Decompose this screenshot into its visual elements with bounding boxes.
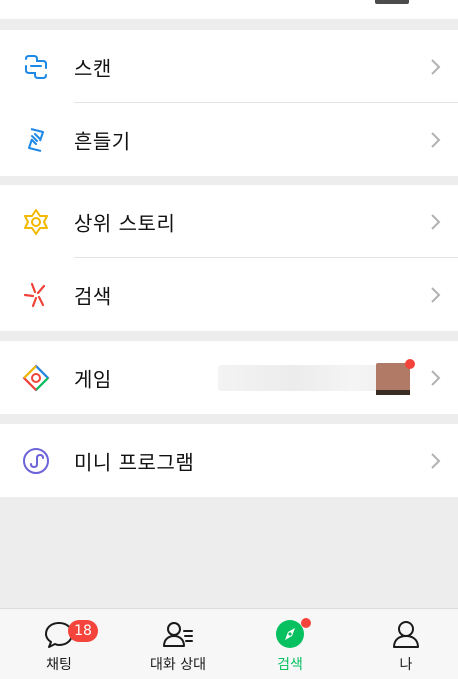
new-dot xyxy=(301,618,311,628)
menu-item-top-stories[interactable]: 상위 스토리 xyxy=(0,185,458,258)
menu-item-shake[interactable]: 흔들기 xyxy=(0,103,458,176)
bottom-tab-bar: 18 채팅 대화 상대 검색 나 xyxy=(0,608,458,679)
menu-group-scan-shake: 스캔 흔들기 xyxy=(0,30,458,176)
tab-label: 나 xyxy=(399,657,413,673)
game-icon xyxy=(22,364,50,391)
mini-program-icon xyxy=(23,447,49,474)
chevron-right-icon xyxy=(431,58,441,75)
menu-item-label: 미니 프로그램 xyxy=(74,450,195,474)
menu-item-label: 상위 스토리 xyxy=(74,211,176,235)
previous-section-edge xyxy=(0,0,458,19)
menu-item-label: 검색 xyxy=(74,284,112,308)
game-thumbnail xyxy=(376,363,410,395)
tab-label: 채팅 xyxy=(46,657,72,673)
menu-group-mini-programs: 미니 프로그램 xyxy=(0,424,458,497)
menu-group-game: 게임 xyxy=(0,341,458,414)
contacts-icon xyxy=(163,622,193,647)
tab-chats[interactable]: 18 채팅 xyxy=(14,609,104,679)
tab-label: 대화 상대 xyxy=(150,657,206,673)
chevron-right-icon xyxy=(431,286,441,303)
chevron-right-icon xyxy=(431,369,441,386)
me-icon xyxy=(393,621,419,648)
scan-icon xyxy=(25,54,47,79)
tab-label: 검색 xyxy=(277,657,303,673)
menu-item-game[interactable]: 게임 xyxy=(0,341,458,414)
shake-icon xyxy=(28,127,44,152)
new-dot xyxy=(405,359,415,369)
search-icon xyxy=(23,282,46,307)
tab-discover[interactable]: 검색 xyxy=(245,609,335,679)
menu-group-stories-search: 상위 스토리 검색 xyxy=(0,185,458,331)
chevron-right-icon xyxy=(431,131,441,148)
menu-item-label: 게임 xyxy=(74,367,112,391)
menu-item-mini-programs[interactable]: 미니 프로그램 xyxy=(0,424,458,497)
menu-item-scan[interactable]: 스캔 xyxy=(0,30,458,103)
tab-me[interactable]: 나 xyxy=(361,609,451,679)
tab-contacts[interactable]: 대화 상대 xyxy=(133,609,223,679)
chevron-right-icon xyxy=(431,452,441,469)
menu-item-label: 흔들기 xyxy=(74,129,131,153)
menu-item-search[interactable]: 검색 xyxy=(0,258,458,331)
partial-avatar xyxy=(375,0,409,4)
unread-badge: 18 xyxy=(68,620,98,642)
chevron-right-icon xyxy=(431,213,441,230)
menu-item-label: 스캔 xyxy=(74,56,112,80)
top-stories-icon xyxy=(24,208,48,235)
